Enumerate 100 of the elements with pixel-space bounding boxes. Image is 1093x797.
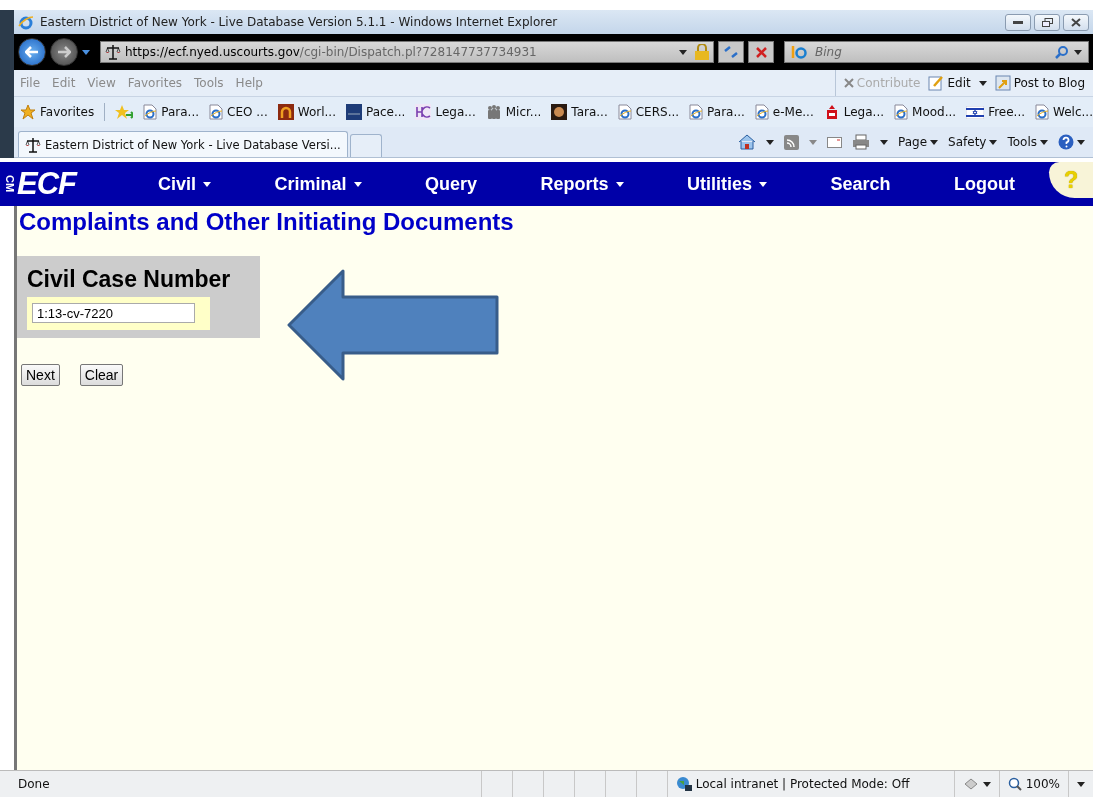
address-field[interactable]: https://ecf.nyed.uscourts.gov/cgi-bin/Dispatch.pl?728147737734931: [100, 41, 714, 63]
avatar-icon: [551, 104, 568, 120]
form-button[interactable]: Clear: [79, 364, 124, 386]
back-arrow-icon: [25, 46, 39, 58]
caret-icon: [809, 139, 817, 145]
favorite-link[interactable]: Worl...: [277, 104, 336, 120]
close-icon: [1071, 17, 1081, 27]
favorites-button[interactable]: Favorites: [20, 104, 95, 120]
arch-icon: [277, 104, 294, 120]
bing-logo-icon: [791, 45, 807, 59]
stop-icon: [755, 46, 767, 58]
favorite-link[interactable]: Pace...: [345, 104, 406, 120]
help-menu[interactable]: [1058, 134, 1085, 150]
favorite-link[interactable]: Lega...: [823, 104, 885, 120]
caret-icon: [679, 49, 687, 55]
people-icon: [485, 104, 502, 120]
search-field[interactable]: Bing: [813, 44, 1049, 60]
refresh-icon: [723, 45, 739, 59]
minimize-icon: [1013, 20, 1023, 24]
window-title: Eastern District of New York - Live Database Version 5.1.1 - Windows Internet Explorer: [40, 15, 558, 29]
caret-icon: [1074, 49, 1082, 55]
favorite-link[interactable]: Para...: [143, 104, 200, 120]
favorite-link[interactable]: CEO ...: [209, 104, 268, 120]
search-box[interactable]: Bing: [784, 41, 1089, 63]
page-icon: [143, 104, 158, 120]
printer-icon[interactable]: [852, 134, 870, 150]
favorite-link[interactable]: Tara...: [551, 104, 608, 120]
form-button[interactable]: Next: [21, 364, 60, 386]
nav-menu-item[interactable]: Search: [830, 173, 891, 195]
page-icon: [894, 104, 909, 120]
restore-button[interactable]: [1034, 13, 1060, 31]
search-icon: [1055, 45, 1068, 59]
forward-arrow-icon: [57, 46, 71, 58]
page-icon: [754, 104, 769, 120]
star-icon: [20, 104, 36, 120]
mail-icon[interactable]: [827, 136, 842, 148]
favorite-link[interactable]: Free...: [966, 105, 1026, 119]
case-number-field[interactable]: 1:13-cv-7220: [32, 303, 195, 323]
caret-icon: [759, 181, 767, 187]
browser-tab[interactable]: Eastern District of New York - Live Database Versi...: [18, 131, 348, 157]
page-icon: [689, 104, 704, 120]
home-icon[interactable]: [738, 134, 756, 150]
globe-icon: [675, 776, 692, 792]
favorite-link[interactable]: Lega...: [415, 104, 476, 120]
stop-button[interactable]: [748, 41, 774, 63]
add-favorite-icon[interactable]: [115, 104, 134, 120]
nav-menu-item[interactable]: Reports: [540, 173, 624, 195]
flag-icon: [966, 105, 985, 119]
command-menu[interactable]: Safety: [948, 135, 998, 149]
favorite-link[interactable]: Micr...: [485, 104, 542, 120]
caret-icon: [353, 181, 362, 187]
forward-button[interactable]: [50, 38, 78, 66]
caret-icon: [880, 139, 888, 145]
zoom-control[interactable]: 100%: [998, 771, 1068, 797]
caret-icon: [1040, 139, 1048, 145]
caret-icon: [203, 181, 211, 187]
close-button[interactable]: [1063, 13, 1089, 31]
favorite-link[interactable]: Mood...: [894, 104, 957, 120]
banner-icon: [345, 104, 362, 120]
logo-prefix: CM: [4, 175, 16, 193]
caret-icon: [982, 781, 991, 787]
blog-icon: [994, 75, 1011, 91]
minimize-button[interactable]: [1005, 13, 1031, 31]
browser-logo-icon: [18, 14, 34, 30]
caret-icon: [930, 139, 939, 145]
caret-icon: [1077, 781, 1085, 787]
url-text: https://ecf.nyed.uscourts.gov/cgi-bin/Dispatch.pl?728147737734931: [125, 45, 537, 59]
nav-menu-item[interactable]: Utilities: [686, 173, 767, 195]
history-caret-icon: [82, 49, 90, 55]
page-icon: [617, 104, 632, 120]
nav-menu-item[interactable]: Civil: [158, 173, 211, 195]
command-menu[interactable]: Page: [898, 135, 939, 149]
nav-menu-item[interactable]: Criminal: [274, 173, 362, 195]
site-favicon: [105, 44, 121, 60]
command-menu[interactable]: Tools: [1007, 135, 1048, 149]
ecf-logo: ECF: [17, 166, 76, 202]
close-icon: [843, 78, 854, 88]
site-favicon: [25, 136, 41, 153]
feed-icon[interactable]: [784, 134, 799, 150]
command-link[interactable]: Edit: [928, 75, 971, 91]
favorite-link[interactable]: CERS...: [617, 104, 680, 120]
refresh-button[interactable]: [718, 41, 744, 63]
back-button[interactable]: [18, 38, 46, 66]
favorite-link[interactable]: Para...: [689, 104, 745, 120]
letters-icon: [415, 104, 432, 120]
favorite-link[interactable]: e-Me...: [754, 104, 814, 120]
zoom-icon: [1007, 777, 1022, 791]
edit-icon: [928, 75, 945, 91]
caret-icon: [978, 80, 987, 86]
page-heading: Complaints and Other Initiating Documents: [19, 208, 515, 236]
caret-icon: [1077, 139, 1085, 145]
caret-icon: [766, 139, 774, 145]
nav-menu-item[interactable]: Logout: [953, 173, 1015, 195]
command-link[interactable]: Post to Blog: [994, 75, 1085, 91]
caret-icon: [989, 139, 998, 145]
caret-icon: [615, 181, 624, 187]
security-zone: Local intranet | Protected Mode: Off: [695, 777, 910, 791]
nav-menu-item[interactable]: Query: [425, 173, 477, 195]
page-icon: [209, 104, 224, 120]
favorite-link[interactable]: Welc...: [1035, 104, 1093, 120]
